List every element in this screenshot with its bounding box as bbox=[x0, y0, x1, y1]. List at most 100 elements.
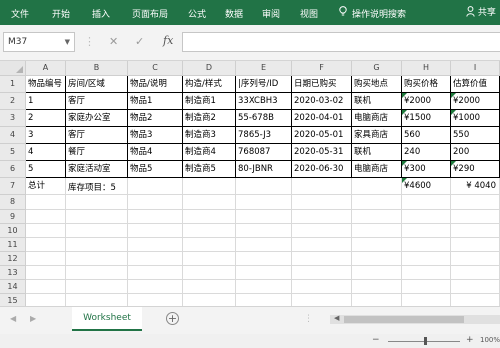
row-header-12[interactable]: 12 bbox=[0, 252, 26, 266]
cell-c14[interactable] bbox=[128, 280, 183, 294]
cell-f10[interactable] bbox=[292, 224, 352, 238]
tab-split-handle-icon[interactable]: ⋮ bbox=[304, 314, 313, 324]
cell-g3[interactable]: 电脑商店 bbox=[352, 110, 402, 127]
cell-h4[interactable]: 560 bbox=[402, 127, 451, 144]
cell-i4[interactable]: 550 bbox=[451, 127, 500, 144]
cell-g7[interactable] bbox=[352, 178, 402, 195]
cell-c13[interactable] bbox=[128, 266, 183, 280]
cell-i11[interactable] bbox=[451, 238, 500, 252]
column-header-c[interactable]: C bbox=[128, 61, 183, 76]
cell-b10[interactable] bbox=[66, 224, 128, 238]
cell-g6[interactable]: 电脑商店 bbox=[352, 161, 402, 178]
cell-h9[interactable] bbox=[402, 210, 451, 224]
cell-a6[interactable]: 5 bbox=[26, 161, 66, 178]
cell-a8[interactable] bbox=[26, 195, 66, 210]
cell-h8[interactable] bbox=[402, 195, 451, 210]
column-header-h[interactable]: H bbox=[402, 61, 451, 76]
cell-a5[interactable]: 4 bbox=[26, 144, 66, 161]
cell-i7[interactable]: ¥ 4040 bbox=[451, 178, 500, 195]
insert-function-icon[interactable]: fx bbox=[163, 34, 173, 47]
cell-h11[interactable] bbox=[402, 238, 451, 252]
tab-formulas[interactable]: 公式 bbox=[188, 7, 206, 20]
chevron-down-icon[interactable]: ▼ bbox=[65, 33, 70, 51]
cell-i6[interactable]: ¥290 bbox=[451, 161, 500, 178]
cell-h1[interactable]: 购买价格 bbox=[402, 76, 451, 93]
cell-h14[interactable] bbox=[402, 280, 451, 294]
cell-e12[interactable] bbox=[236, 252, 292, 266]
cell-a3[interactable]: 2 bbox=[26, 110, 66, 127]
tab-page-layout[interactable]: 页面布局 bbox=[132, 7, 168, 20]
cell-b9[interactable] bbox=[66, 210, 128, 224]
cell-f8[interactable] bbox=[292, 195, 352, 210]
cell-g1[interactable]: 购买地点 bbox=[352, 76, 402, 93]
cell-g13[interactable] bbox=[352, 266, 402, 280]
cell-h13[interactable] bbox=[402, 266, 451, 280]
column-header-i[interactable]: I bbox=[451, 61, 500, 76]
cell-d7[interactable] bbox=[183, 178, 236, 195]
cell-g11[interactable] bbox=[352, 238, 402, 252]
cell-i10[interactable] bbox=[451, 224, 500, 238]
cell-d1[interactable]: 构造/样式 bbox=[183, 76, 236, 93]
cell-d10[interactable] bbox=[183, 224, 236, 238]
cell-d13[interactable] bbox=[183, 266, 236, 280]
cell-d5[interactable]: 制造商4 bbox=[183, 144, 236, 161]
sheet-tab-worksheet[interactable]: Worksheet bbox=[72, 307, 142, 331]
row-header-13[interactable]: 13 bbox=[0, 266, 26, 280]
cell-c5[interactable]: 物品4 bbox=[128, 144, 183, 161]
select-all-corner[interactable] bbox=[0, 61, 26, 76]
cell-i8[interactable] bbox=[451, 195, 500, 210]
cell-a7[interactable]: 总计 bbox=[26, 178, 66, 195]
cell-g8[interactable] bbox=[352, 195, 402, 210]
column-header-f[interactable]: F bbox=[292, 61, 352, 76]
cell-h6[interactable]: ¥300 bbox=[402, 161, 451, 178]
scroll-left-icon[interactable]: ◀ bbox=[334, 314, 339, 322]
cell-d4[interactable]: 制造商3 bbox=[183, 127, 236, 144]
zoom-level[interactable]: 100% bbox=[480, 336, 500, 344]
row-header-8[interactable]: 8 bbox=[0, 195, 26, 210]
cell-a4[interactable]: 3 bbox=[26, 127, 66, 144]
cell-b14[interactable] bbox=[66, 280, 128, 294]
sheet-nav-prev-icon[interactable]: ◀ bbox=[10, 314, 16, 323]
cell-d8[interactable] bbox=[183, 195, 236, 210]
row-header-11[interactable]: 11 bbox=[0, 238, 26, 252]
tell-me-search[interactable]: 操作说明搜索 bbox=[352, 7, 406, 20]
cell-f13[interactable] bbox=[292, 266, 352, 280]
cell-e8[interactable] bbox=[236, 195, 292, 210]
cell-h5[interactable]: 240 bbox=[402, 144, 451, 161]
cell-c11[interactable] bbox=[128, 238, 183, 252]
cell-f1[interactable]: 日期已购买 bbox=[292, 76, 352, 93]
cell-e14[interactable] bbox=[236, 280, 292, 294]
cell-d9[interactable] bbox=[183, 210, 236, 224]
cell-g5[interactable]: 联机 bbox=[352, 144, 402, 161]
cell-f9[interactable] bbox=[292, 210, 352, 224]
cell-f4[interactable]: 2020-05-01 bbox=[292, 127, 352, 144]
cell-h12[interactable] bbox=[402, 252, 451, 266]
cell-c9[interactable] bbox=[128, 210, 183, 224]
zoom-slider-knob[interactable] bbox=[424, 337, 427, 345]
scrollbar-thumb[interactable] bbox=[344, 316, 464, 323]
cell-c1[interactable]: 物品/说明 bbox=[128, 76, 183, 93]
cell-b3[interactable]: 家庭办公室 bbox=[66, 110, 128, 127]
cell-b8[interactable] bbox=[66, 195, 128, 210]
cell-i9[interactable] bbox=[451, 210, 500, 224]
cell-f5[interactable]: 2020-05-31 bbox=[292, 144, 352, 161]
column-header-a[interactable]: A bbox=[26, 61, 66, 76]
cell-f6[interactable]: 2020-06-30 bbox=[292, 161, 352, 178]
tab-view[interactable]: 视图 bbox=[300, 7, 318, 20]
cell-g4[interactable]: 家具商店 bbox=[352, 127, 402, 144]
cell-f12[interactable] bbox=[292, 252, 352, 266]
cell-i14[interactable] bbox=[451, 280, 500, 294]
cell-g14[interactable] bbox=[352, 280, 402, 294]
cell-h2[interactable]: ¥2000 bbox=[402, 93, 451, 110]
enter-icon[interactable]: ✓ bbox=[135, 36, 144, 48]
cell-e7[interactable] bbox=[236, 178, 292, 195]
cell-h7[interactable]: ¥4600 bbox=[402, 178, 451, 195]
cell-b1[interactable]: 房间/区域 bbox=[66, 76, 128, 93]
column-header-d[interactable]: D bbox=[183, 61, 236, 76]
cell-f2[interactable]: 2020-03-02 bbox=[292, 93, 352, 110]
cell-b2[interactable]: 客厅 bbox=[66, 93, 128, 110]
cell-i2[interactable]: ¥2000 bbox=[451, 93, 500, 110]
cell-e9[interactable] bbox=[236, 210, 292, 224]
column-header-g[interactable]: G bbox=[352, 61, 402, 76]
cell-d11[interactable] bbox=[183, 238, 236, 252]
